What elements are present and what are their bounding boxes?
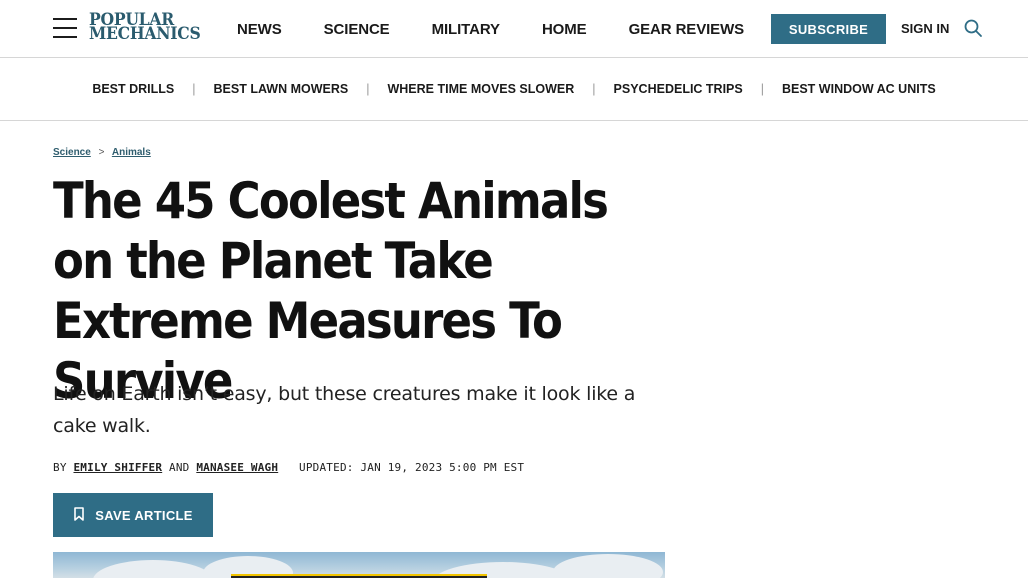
- breadcrumb-animals[interactable]: Animals: [112, 147, 151, 158]
- hero-image: [53, 552, 665, 578]
- author-link-1[interactable]: EMILY SHIFFER: [73, 461, 162, 474]
- author-link-2[interactable]: MANASEE WAGH: [196, 461, 278, 474]
- byline: BY EMILY SHIFFER AND MANASEE WAGH UPDATE…: [53, 461, 524, 474]
- trending-best-drills[interactable]: BEST DRILLS: [92, 82, 174, 96]
- trending-psychedelic-trips[interactable]: PSYCHEDELIC TRIPS: [614, 82, 743, 96]
- byline-prefix: BY: [53, 461, 67, 474]
- article-title: The 45 Coolest Animals on the Planet Tak…: [53, 172, 609, 410]
- trending-where-time-moves-slower[interactable]: WHERE TIME MOVES SLOWER: [387, 82, 574, 96]
- logo-line-2: MECHANICS: [89, 24, 201, 44]
- site-logo[interactable]: POPULAR MECHANICS: [89, 12, 211, 44]
- main-nav: NEWS SCIENCE MILITARY HOME GEAR REVIEWS: [237, 0, 744, 58]
- trending-separator: |: [192, 82, 196, 96]
- image-frame: [231, 574, 487, 578]
- sign-in-link[interactable]: SIGN IN: [901, 21, 949, 36]
- trending-separator: |: [592, 82, 596, 96]
- trending-best-window-ac-units[interactable]: BEST WINDOW AC UNITS: [782, 82, 936, 96]
- save-article-label: SAVE ARTICLE: [95, 507, 193, 523]
- site-header: POPULAR MECHANICS NEWS SCIENCE MILITARY …: [0, 0, 1028, 58]
- nav-home[interactable]: HOME: [542, 21, 587, 38]
- trending-bar: BEST DRILLS | BEST LAWN MOWERS | WHERE T…: [0, 58, 1028, 121]
- nav-gear-reviews[interactable]: GEAR REVIEWS: [629, 21, 745, 38]
- breadcrumb-science[interactable]: Science: [53, 147, 91, 158]
- breadcrumb-separator: >: [98, 147, 105, 158]
- trending-separator: |: [366, 82, 370, 96]
- save-article-button[interactable]: SAVE ARTICLE: [53, 493, 213, 537]
- trending-separator: |: [760, 82, 764, 96]
- nav-news[interactable]: NEWS: [237, 21, 282, 38]
- hamburger-menu-icon[interactable]: [53, 16, 77, 40]
- nav-military[interactable]: MILITARY: [432, 21, 500, 38]
- byline-and: AND: [169, 461, 190, 474]
- bookmark-icon: [73, 506, 85, 524]
- subscribe-button[interactable]: SUBSCRIBE: [771, 14, 886, 44]
- article-dek: Life on Earth isn’t easy, but these crea…: [53, 383, 636, 437]
- nav-science[interactable]: SCIENCE: [324, 21, 390, 38]
- updated-timestamp: UPDATED: JAN 19, 2023 5:00 PM EST: [299, 461, 525, 474]
- trending-best-lawn-mowers[interactable]: BEST LAWN MOWERS: [214, 82, 349, 96]
- breadcrumb: Science > Animals: [53, 147, 151, 158]
- search-icon[interactable]: [963, 18, 983, 38]
